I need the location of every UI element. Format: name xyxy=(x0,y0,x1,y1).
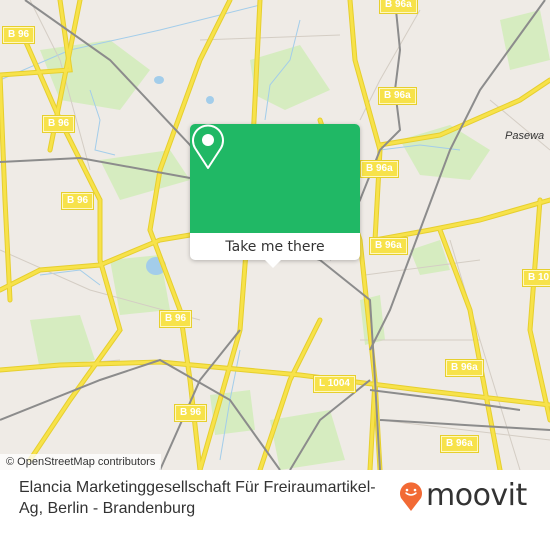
road-label-b96a: B 96a xyxy=(360,160,399,178)
road-label-b96a: B 96a xyxy=(440,435,479,453)
location-popup: Take me there xyxy=(190,124,360,268)
moovit-wordmark: moovit xyxy=(426,478,527,513)
footer: Elancia Marketinggesellschaft Für Freira… xyxy=(0,470,550,550)
road-label-b96: B 96 xyxy=(60,192,95,210)
road-label-b96: B 96 xyxy=(173,404,208,422)
popup-header xyxy=(190,124,360,233)
road-label-b96a: B 96a xyxy=(369,237,408,255)
road-label-b96: B 96 xyxy=(158,310,193,328)
road-label-b96a: B 96a xyxy=(378,87,417,105)
road-label-b96: B 96 xyxy=(41,115,76,133)
popup-pointer xyxy=(265,260,281,268)
location-title: Elancia Marketinggesellschaft Für Freira… xyxy=(19,479,376,517)
road-label-b96a: B 96a xyxy=(379,0,418,14)
moovit-logo[interactable]: moovit xyxy=(398,478,527,513)
road-label-b96: B 96 xyxy=(1,26,36,44)
road-label-l1004: L 1004 xyxy=(313,375,356,393)
location-pin-icon xyxy=(192,124,224,169)
moovit-pin-icon xyxy=(400,481,422,511)
map-attribution[interactable]: © OpenStreetMap contributors xyxy=(0,454,162,470)
road-label-b10: B 10 xyxy=(521,269,550,287)
place-label-pasewalk: Pasewa xyxy=(505,130,545,142)
take-me-there-button[interactable]: Take me there xyxy=(190,233,360,260)
road-label-b96a: B 96a xyxy=(445,359,484,377)
map-view[interactable]: B 96 B 96 B 96 B 96 B 96 96 B 96a B 96a … xyxy=(0,0,550,470)
